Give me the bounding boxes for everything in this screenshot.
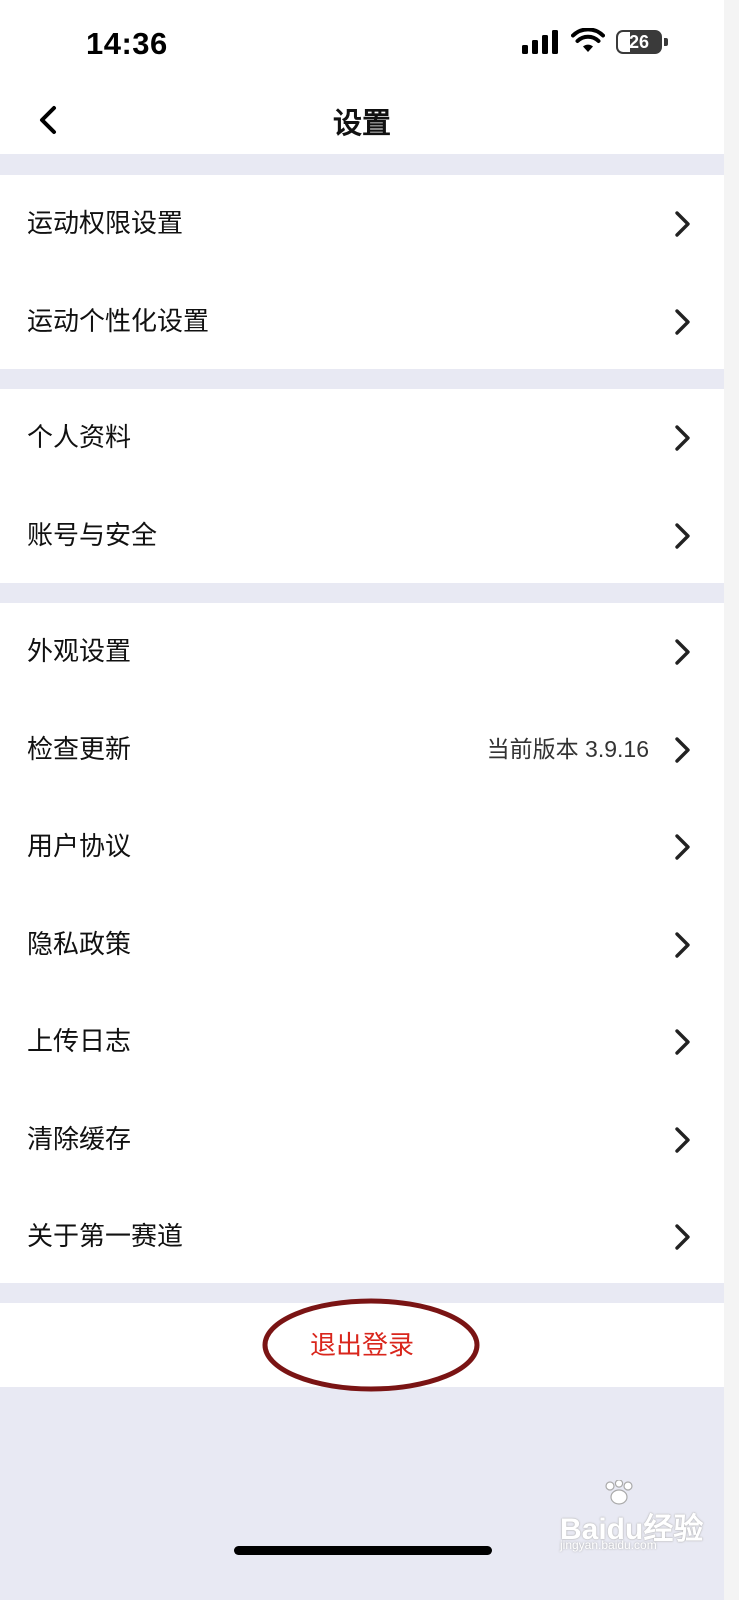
personal-profile-item[interactable]: 个人资料 bbox=[0, 389, 724, 487]
chevron-right-icon bbox=[675, 1224, 690, 1250]
status-bar: 14:36 26 bbox=[0, 0, 724, 88]
list-item-label: 关于第一赛道 bbox=[27, 1221, 184, 1251]
sport-personalization-settings-item[interactable]: 运动个性化设置 bbox=[0, 273, 724, 371]
page-title: 设置 bbox=[332, 108, 391, 140]
list-item-label: 外观设置 bbox=[27, 636, 132, 666]
privacy-policy-item[interactable]: 隐私政策 bbox=[0, 896, 724, 994]
current-version-text: 当前版本 3.9.16 bbox=[486, 735, 649, 762]
paw-logo-icon bbox=[605, 1480, 633, 1505]
appearance-settings-item[interactable]: 外观设置 bbox=[0, 603, 724, 701]
chevron-right-icon bbox=[675, 639, 690, 665]
settings-group-account: 个人资料 账号与安全 bbox=[0, 389, 724, 583]
list-item-label: 用户协议 bbox=[27, 831, 132, 861]
list-item-label: 账号与安全 bbox=[27, 519, 158, 550]
chevron-right-icon bbox=[675, 308, 690, 335]
status-time: 14:36 bbox=[86, 26, 168, 61]
check-update-item[interactable]: 检查更新 当前版本 3.9.16 bbox=[0, 701, 724, 799]
clear-cache-item[interactable]: 清除缓存 bbox=[0, 1091, 724, 1189]
user-agreement-item[interactable]: 用户协议 bbox=[0, 798, 724, 896]
settings-group-general: 外观设置 检查更新 当前版本 3.9.16 用户协议 隐私政策 上传日志 清除缓… bbox=[0, 603, 724, 1283]
baidu-watermark: Baidu经验 jingyan.baidu.com bbox=[560, 1480, 710, 1552]
sport-permission-settings-item[interactable]: 运动权限设置 bbox=[0, 175, 724, 273]
chevron-right-icon bbox=[675, 736, 690, 763]
watermark-url: jingyan.baidu.com bbox=[560, 1538, 657, 1552]
upload-log-item[interactable]: 上传日志 bbox=[0, 993, 724, 1091]
chevron-right-icon bbox=[675, 211, 690, 237]
settings-screen: 14:36 26 设置 运动权限设置 运动个性化设置 个人资料 账号与安全 外观… bbox=[0, 0, 739, 1600]
list-item-label: 检查更新 bbox=[27, 733, 132, 764]
list-item-label: 运动个性化设置 bbox=[27, 305, 210, 336]
battery-icon: 26 bbox=[616, 30, 668, 54]
settings-group-sport: 运动权限设置 运动个性化设置 bbox=[0, 175, 724, 369]
chevron-right-icon bbox=[675, 1029, 690, 1055]
chevron-right-icon bbox=[675, 834, 690, 860]
chevron-right-icon bbox=[675, 522, 690, 549]
chevron-right-icon bbox=[675, 425, 690, 451]
screen-edge bbox=[724, 0, 739, 1600]
list-item-label: 清除缓存 bbox=[27, 1123, 132, 1154]
logout-button[interactable]: 退出登录 bbox=[0, 1303, 724, 1387]
home-indicator[interactable] bbox=[234, 1546, 492, 1555]
list-item-label: 隐私政策 bbox=[27, 928, 132, 959]
battery-level: 26 bbox=[628, 32, 650, 52]
list-item-label: 个人资料 bbox=[27, 422, 132, 452]
about-item[interactable]: 关于第一赛道 bbox=[0, 1188, 724, 1286]
logout-label: 退出登录 bbox=[309, 1330, 414, 1360]
cellular-signal-icon bbox=[522, 30, 560, 54]
wifi-icon bbox=[571, 28, 605, 52]
chevron-right-icon bbox=[675, 1126, 690, 1153]
chevron-right-icon bbox=[675, 931, 690, 958]
list-item-label: 运动权限设置 bbox=[27, 208, 184, 238]
account-security-item[interactable]: 账号与安全 bbox=[0, 487, 724, 585]
list-item-label: 上传日志 bbox=[27, 1026, 132, 1056]
navigation-bar: 设置 bbox=[0, 88, 724, 154]
